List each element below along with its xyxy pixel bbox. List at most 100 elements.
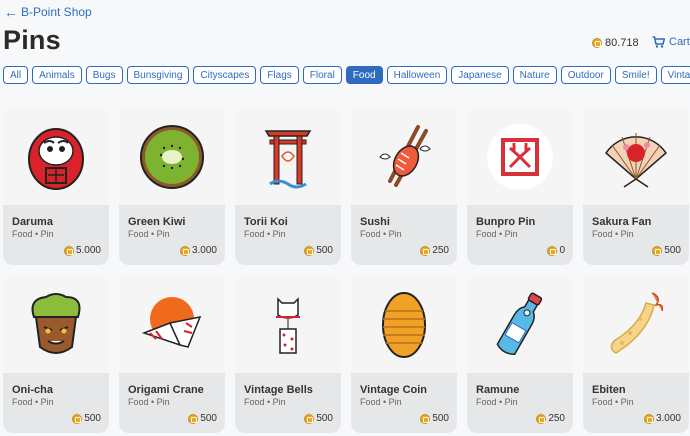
product-image (119, 108, 225, 205)
product-image (3, 108, 109, 205)
product-meta: Food • Pin (244, 229, 286, 239)
product-image (3, 276, 109, 373)
category-chip[interactable]: Bunsgiving (126, 66, 190, 84)
coin-icon (304, 245, 315, 256)
product-card[interactable]: Vintage Bells Food • Pin 500 (235, 276, 341, 433)
cart-button[interactable]: Cart (652, 35, 690, 49)
product-name: Oni-cha (12, 384, 53, 396)
product-price: 5.000 (63, 245, 101, 256)
coin-icon (63, 245, 74, 256)
product-name: Vintage Coin (360, 384, 428, 396)
product-card[interactable]: Sushi Food • Pin 250 (351, 108, 457, 265)
product-card[interactable]: Oni-cha Food • Pin 500 (3, 276, 109, 433)
page-title: Pins (3, 25, 61, 55)
category-chip[interactable]: Outdoor (560, 66, 611, 84)
coin-icon (643, 413, 654, 424)
product-image (235, 108, 341, 205)
price-value: 500 (316, 245, 333, 256)
oni-cha-icon (31, 292, 81, 354)
product-meta: Food • Pin (128, 397, 170, 407)
category-chip[interactable]: All (3, 66, 29, 84)
product-image (467, 108, 573, 205)
category-chip[interactable]: Food (345, 66, 383, 84)
points-balance: 80.718 (592, 36, 639, 50)
balance-value: 80.718 (605, 37, 639, 49)
price-value: 3.000 (655, 413, 681, 424)
product-card[interactable]: Daruma Food • Pin 5.000 (3, 108, 109, 265)
product-meta: Food • Pin (12, 229, 54, 239)
product-name: Daruma (12, 216, 53, 228)
category-chip[interactable]: Smile! (614, 66, 657, 84)
product-meta: Food • Pin (128, 229, 170, 239)
sushi-icon (379, 124, 431, 187)
product-card[interactable]: Torii Koi Food • Pin 500 (235, 108, 341, 265)
coin-icon (420, 245, 431, 256)
product-card[interactable]: Sakura Fan Food • Pin 500 (583, 108, 689, 265)
product-name: Torii Koi (244, 216, 288, 228)
coin-icon (536, 413, 547, 424)
ramune-bottle-icon (496, 292, 543, 355)
product-card[interactable]: Ebiten Food • Pin 3.000 (583, 276, 689, 433)
product-price: 500 (72, 413, 101, 424)
product-meta: Food • Pin (592, 229, 634, 239)
product-meta: Food • Pin (12, 397, 54, 407)
product-card[interactable]: Bunpro Pin Food • Pin 0 (467, 108, 573, 265)
category-chip[interactable]: Nature (512, 66, 557, 84)
product-card[interactable]: Green Kiwi Food • Pin 3.000 (119, 108, 225, 265)
category-chip[interactable]: Flags (260, 66, 299, 84)
price-value: 500 (664, 245, 681, 256)
coin-icon (652, 245, 663, 256)
category-chip[interactable]: Cityscapes (193, 66, 257, 84)
product-image (351, 108, 457, 205)
category-filter-bar: All Animals Bugs Bunsgiving Cityscapes F… (3, 66, 690, 84)
product-name: Green Kiwi (128, 216, 186, 228)
product-meta: Food • Pin (360, 229, 402, 239)
product-name: Bunpro Pin (476, 216, 536, 228)
product-meta: Food • Pin (476, 397, 518, 407)
price-value: 5.000 (75, 245, 101, 256)
category-chip[interactable]: Bugs (85, 66, 123, 84)
product-card[interactable]: Origami Crane Food • Pin 500 (119, 276, 225, 433)
coin-icon (304, 413, 315, 424)
price-value: 500 (316, 413, 333, 424)
bunpro-logo-icon (487, 123, 553, 190)
product-name: Ramune (476, 384, 520, 396)
product-price: 500 (188, 413, 217, 424)
product-meta: Food • Pin (244, 397, 286, 407)
koban-coin-icon (382, 291, 426, 358)
product-price: 3.000 (643, 413, 681, 424)
product-card[interactable]: Ramune Food • Pin 250 (467, 276, 573, 433)
price-value: 500 (200, 413, 217, 424)
product-meta: Food • Pin (592, 397, 634, 407)
category-chip[interactable]: Animals (32, 66, 82, 84)
back-arrow-icon: ← (4, 4, 18, 20)
price-value: 3.000 (191, 245, 217, 256)
coin-icon (592, 38, 602, 48)
price-value: 0 (559, 245, 565, 256)
product-name: Vintage Bells (244, 384, 313, 396)
category-chip[interactable]: Vintage (660, 66, 690, 84)
back-label: B-Point Shop (21, 5, 92, 19)
category-chip[interactable]: Japanese (451, 66, 509, 84)
coin-icon (547, 245, 558, 256)
category-chip[interactable]: Halloween (386, 66, 448, 84)
product-name: Sakura Fan (592, 216, 652, 228)
coin-icon (420, 413, 431, 424)
daruma-icon (28, 127, 84, 190)
product-price: 0 (547, 245, 565, 256)
product-image (119, 276, 225, 373)
product-meta: Food • Pin (476, 229, 518, 239)
product-image (583, 108, 689, 205)
ebiten-icon (610, 291, 664, 354)
coin-icon (72, 413, 83, 424)
category-chip[interactable]: Floral (302, 66, 342, 84)
coin-icon (179, 245, 190, 256)
back-link[interactable]: ← B-Point Shop (4, 4, 92, 20)
product-price: 250 (536, 413, 565, 424)
product-image (351, 276, 457, 373)
product-meta: Food • Pin (360, 397, 402, 407)
product-name: Ebiten (592, 384, 626, 396)
product-card[interactable]: Vintage Coin Food • Pin 500 (351, 276, 457, 433)
sakura-fan-icon (605, 132, 667, 188)
product-price: 3.000 (179, 245, 217, 256)
